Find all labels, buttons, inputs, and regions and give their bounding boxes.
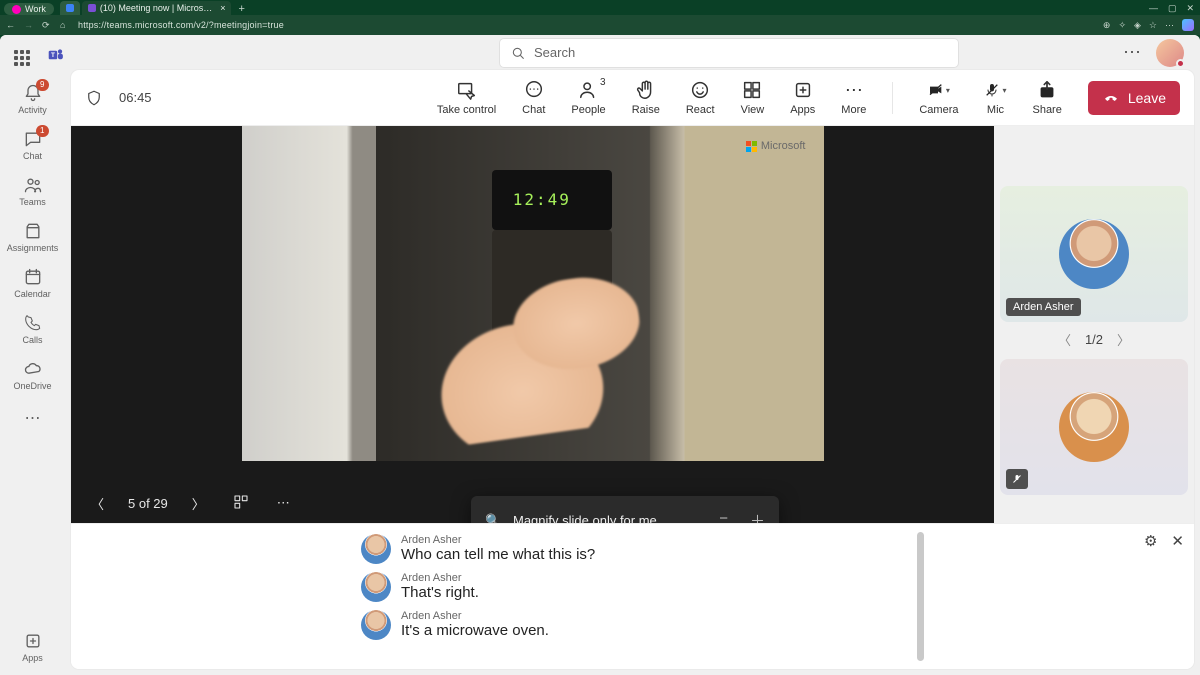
rail-onedrive[interactable]: OneDrive <box>1 352 65 398</box>
take-control-button[interactable]: Take control <box>437 79 496 116</box>
search-placeholder: Search <box>534 45 575 60</box>
muted-icon <box>1006 469 1028 489</box>
mic-button[interactable]: ▾ Mic <box>984 79 1006 116</box>
svg-text:T: T <box>51 52 55 59</box>
captions-settings-icon[interactable]: ⚙ <box>1144 532 1157 550</box>
teams-logo-icon: T <box>48 45 65 65</box>
browser-tab-1[interactable]: (10) Meeting now | Micros… × <box>82 1 232 15</box>
browser-refresh-icon[interactable]: ⟳ <box>42 20 52 31</box>
slide-counter: 5 of 29 <box>128 496 168 511</box>
waffle-icon[interactable] <box>14 50 30 66</box>
zoom-in-button[interactable]: ＋ <box>750 510 765 523</box>
more-button[interactable]: ⋯ More <box>841 79 866 116</box>
live-captions-panel: ⚙ ✕ Arden Asher Who can tell me what thi… <box>71 523 1194 669</box>
people-button[interactable]: 3 People <box>571 79 605 116</box>
browser-tool-icon[interactable]: ✧ <box>1118 20 1126 31</box>
chat-button[interactable]: Chat <box>522 79 545 116</box>
slide-content: 12:49 Microsoft <box>242 126 824 461</box>
rail-more[interactable]: ⋯ <box>1 398 65 432</box>
rail-calendar[interactable]: Calendar <box>1 260 65 306</box>
raise-hand-button[interactable]: Raise <box>632 79 660 116</box>
chat-badge: 1 <box>36 125 48 137</box>
window-close[interactable]: ✕ <box>1186 3 1194 14</box>
browser-tab-0[interactable] <box>60 1 80 15</box>
avatar <box>361 572 391 602</box>
search-icon <box>510 45 526 61</box>
app-rail: T 9 Activity 1 Chat Teams Assignments Ca… <box>0 35 65 675</box>
caption-line: Arden Asher That's right. <box>81 570 1184 608</box>
window-maximize[interactable]: ▢ <box>1168 3 1177 14</box>
rail-activity[interactable]: 9 Activity <box>1 76 65 122</box>
new-tab-button[interactable]: + <box>233 3 249 15</box>
pager-prev[interactable]: 〈 <box>1058 330 1071 349</box>
browser-back-icon[interactable]: ← <box>6 20 16 30</box>
apps-button[interactable]: Apps <box>790 79 815 116</box>
browser-tool-icon[interactable]: ☆ <box>1149 20 1157 31</box>
settings-more-icon[interactable]: ⋯ <box>1123 42 1142 63</box>
participant-avatar <box>1059 392 1129 462</box>
slide-more-button[interactable]: ⋯ <box>273 491 294 515</box>
zoom-out-button[interactable]: − <box>719 510 728 523</box>
participant-name-chip: Arden Asher <box>1006 298 1081 316</box>
microsoft-logo: Microsoft <box>746 140 806 152</box>
rail-assignments[interactable]: Assignments <box>1 214 65 260</box>
participant-avatar <box>1059 219 1129 289</box>
caption-line: Arden Asher It's a microwave oven. <box>81 608 1184 646</box>
shield-icon[interactable] <box>85 89 103 107</box>
presentation-stage: 12:49 Microsoft 🔍 <box>71 126 994 523</box>
browser-tool-icon[interactable]: ◈ <box>1134 20 1141 31</box>
search-input[interactable]: Search <box>499 38 959 68</box>
participant-pager: 〈 1/2 〉 <box>1000 328 1188 353</box>
presence-busy-icon <box>1176 59 1185 68</box>
window-minimize[interactable]: — <box>1149 3 1158 14</box>
rail-teams[interactable]: Teams <box>1 168 65 214</box>
participant-tile-1[interactable]: Arden Asher <box>1000 186 1188 322</box>
share-button[interactable]: Share <box>1032 79 1061 116</box>
address-bar[interactable]: https://teams.microsoft.com/v2/?meetingj… <box>78 20 1095 30</box>
participant-tile-2[interactable] <box>1000 359 1188 495</box>
captions-close-icon[interactable]: ✕ <box>1171 532 1184 550</box>
rail-calls[interactable]: Calls <box>1 306 65 352</box>
browser-forward-icon: → <box>24 20 34 30</box>
slide-view-options-panel: 🔍 Magnify slide only for me − ＋ ◐ View s… <box>471 496 779 523</box>
meeting-timer: 06:45 <box>119 90 152 105</box>
lock-icon: ⌂ <box>60 20 70 30</box>
react-button[interactable]: React <box>686 79 715 116</box>
leave-button[interactable]: Leave <box>1088 81 1180 115</box>
scrollbar[interactable] <box>917 532 924 661</box>
close-tab-icon[interactable]: × <box>220 3 225 13</box>
next-slide-button[interactable]: 〉 <box>188 490 209 517</box>
copilot-icon[interactable] <box>1182 19 1194 31</box>
avatar <box>361 534 391 564</box>
microwave-clock: 12:49 <box>513 190 571 209</box>
pager-next[interactable]: 〉 <box>1117 330 1130 349</box>
magnify-slide-row[interactable]: 🔍 Magnify slide only for me − ＋ <box>471 502 779 523</box>
camera-button[interactable]: ▾ Camera <box>919 79 958 116</box>
participants-column: Arden Asher 〈 1/2 〉 <box>994 126 1194 523</box>
avatar <box>361 610 391 640</box>
rail-chat[interactable]: 1 Chat <box>1 122 65 168</box>
rail-apps[interactable]: Apps <box>1 624 65 675</box>
activity-badge: 9 <box>36 79 48 91</box>
prev-slide-button[interactable]: 〈 <box>87 490 108 517</box>
browser-tool-icon[interactable]: ⊕ <box>1103 20 1111 31</box>
browser-tool-icon[interactable]: ⋯ <box>1165 20 1174 31</box>
magnify-icon: 🔍 <box>485 513 501 524</box>
grid-view-button[interactable] <box>229 490 253 517</box>
user-avatar[interactable] <box>1156 39 1184 67</box>
browser-profile[interactable]: Work <box>4 3 54 15</box>
meeting-toolbar: 06:45 Take control Chat 3 People <box>71 70 1194 126</box>
view-button[interactable]: View <box>741 79 765 116</box>
caption-line: Arden Asher Who can tell me what this is… <box>81 532 1184 570</box>
